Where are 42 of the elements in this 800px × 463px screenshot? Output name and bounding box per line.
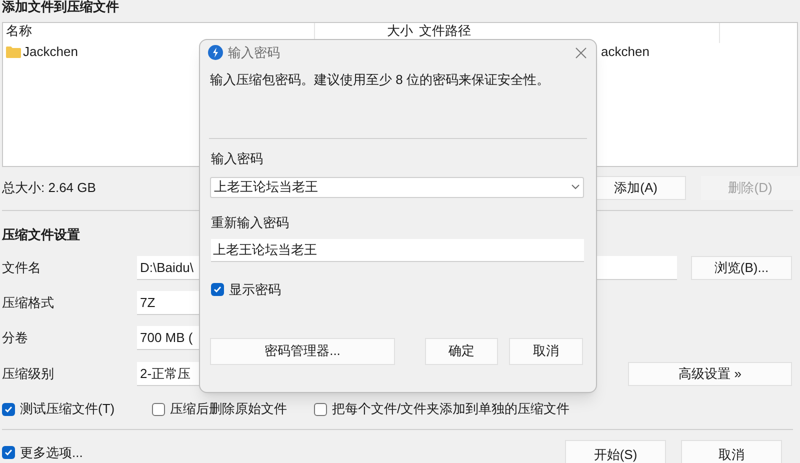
checkbox[interactable] bbox=[152, 402, 165, 416]
column-header[interactable]: 文件路径 bbox=[419, 23, 471, 38]
button[interactable]: 开始(S) bbox=[565, 440, 666, 463]
checkbox[interactable] bbox=[2, 402, 15, 416]
folder-icon bbox=[6, 46, 21, 58]
chevron-down-icon bbox=[571, 184, 580, 190]
button[interactable]: 取消 bbox=[509, 338, 583, 364]
app-icon bbox=[208, 45, 223, 60]
dialog-title: 输入密码 bbox=[228, 44, 280, 62]
field-label: 压缩级别 bbox=[2, 366, 54, 382]
button[interactable]: 确定 bbox=[425, 338, 498, 364]
checkbox-label[interactable]: 测试压缩文件(T) bbox=[20, 399, 115, 419]
checkmark-icon bbox=[213, 285, 222, 294]
column-header[interactable]: 大小 bbox=[387, 23, 413, 38]
field-label: 压缩格式 bbox=[2, 295, 54, 310]
checkbox-label[interactable]: 把每个文件/文件夹添加到单独的压缩文件 bbox=[332, 399, 570, 419]
field-label: 输入密码 bbox=[211, 150, 263, 168]
checkbox-label[interactable]: 显示密码 bbox=[229, 280, 281, 300]
checkbox[interactable] bbox=[211, 283, 224, 296]
advanced-settings-button[interactable]: 高级设置 » bbox=[628, 362, 792, 386]
browse-button[interactable]: 浏览(B)... bbox=[691, 256, 792, 280]
dialog-message: 输入压缩包密码。建议使用至少 8 位的密码来保证安全性。 bbox=[209, 71, 550, 89]
checkmark-icon bbox=[4, 448, 13, 458]
checkbox[interactable] bbox=[2, 446, 15, 460]
file-name: Jackchen bbox=[23, 43, 78, 62]
button[interactable]: 密码管理器... bbox=[210, 338, 395, 364]
section-heading: 压缩文件设置 bbox=[1, 226, 81, 243]
file-path: ackchen bbox=[601, 44, 650, 60]
field-label: 重新输入密码 bbox=[211, 214, 289, 232]
password-field[interactable]: 上老王论坛当老王 bbox=[211, 239, 584, 262]
password-combo-field[interactable]: 上老王论坛当老王 bbox=[210, 176, 584, 198]
checkmark-icon bbox=[4, 404, 13, 414]
checkbox[interactable] bbox=[314, 402, 327, 416]
total-size-label: 总大小: 2.64 GB bbox=[2, 180, 96, 196]
field-label: 分卷 bbox=[2, 330, 28, 346]
field-label: 文件名 bbox=[2, 260, 41, 276]
checkbox-label[interactable]: 更多选项... bbox=[20, 443, 83, 462]
checkbox-label[interactable]: 压缩后删除原始文件 bbox=[170, 399, 287, 419]
column-header[interactable]: 名称 bbox=[6, 23, 32, 38]
close-icon[interactable] bbox=[574, 46, 588, 60]
button[interactable]: 取消 bbox=[681, 440, 782, 463]
window-title: 添加文件到压缩文件 bbox=[1, 0, 120, 16]
